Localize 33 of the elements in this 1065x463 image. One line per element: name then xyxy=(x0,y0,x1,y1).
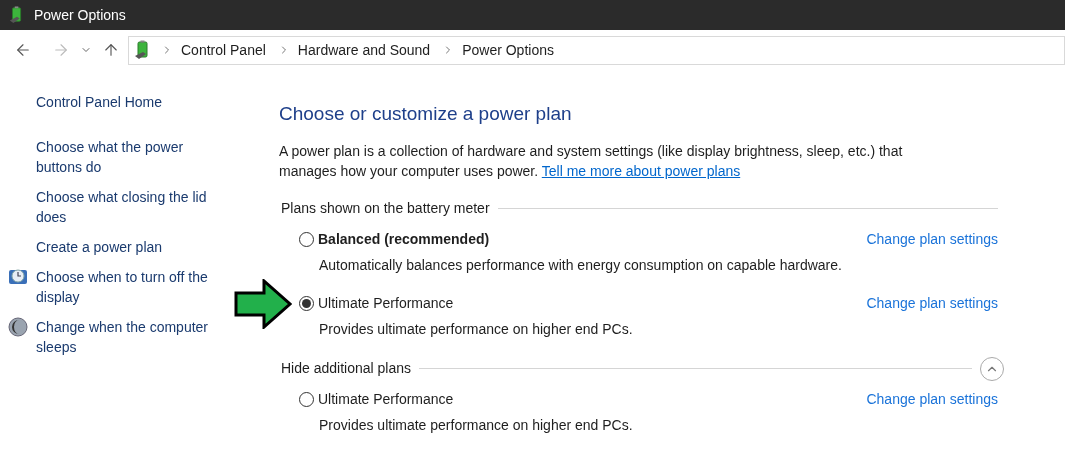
plan-description: Provides ultimate performance on higher end PCs. xyxy=(318,319,634,339)
change-plan-link[interactable]: Change plan settings xyxy=(866,229,998,250)
arrow-icon xyxy=(234,279,292,329)
radio-button[interactable] xyxy=(299,392,314,407)
sidebar-link[interactable]: Choose when to turn off the display xyxy=(36,267,226,307)
breadcrumb-item[interactable]: Control Panel xyxy=(181,39,266,61)
page-heading: Choose or customize a power plan xyxy=(279,102,573,126)
section-heading: Hide additional plans xyxy=(280,359,411,378)
change-plan-link[interactable]: Change plan settings xyxy=(866,389,998,410)
moon-icon xyxy=(8,317,28,337)
back-icon[interactable] xyxy=(14,41,32,59)
sidebar-link[interactable]: Control Panel Home xyxy=(36,92,226,112)
plan-description: Provides ultimate performance on higher end PCs. xyxy=(318,415,634,435)
breadcrumb-item[interactable]: Power Options xyxy=(462,39,554,61)
clock-icon xyxy=(8,267,28,287)
plan-description: Automatically balances performance with energy consumption on capable hardware. xyxy=(318,255,843,275)
section-heading: Plans shown on the battery meter xyxy=(280,199,490,218)
plan-name: Balanced (recommended) xyxy=(318,230,490,249)
intro-text: A power plan is a collection of hardware and system settings (like display brightness, sleep, etc.) that manages how your computer uses power. Tell me more about power plans xyxy=(279,141,904,181)
address-bar[interactable]: Control Panel Hardware and Sound Power Options xyxy=(128,35,1065,65)
sidebar-link[interactable]: Choose what closing the lid does xyxy=(36,187,226,227)
sidebar-link[interactable]: Choose what the power buttons do xyxy=(36,137,226,177)
sidebar-link[interactable]: Create a power plan xyxy=(36,237,226,257)
window-title: Power Options xyxy=(34,5,126,25)
radio-button[interactable] xyxy=(299,232,314,247)
plan-name: Ultimate Performance xyxy=(318,390,454,409)
breadcrumb-item[interactable]: Hardware and Sound xyxy=(297,39,431,61)
radio-button[interactable] xyxy=(299,296,314,311)
sidebar-link[interactable]: Change when the computer sleeps xyxy=(36,317,226,357)
learn-more-link[interactable]: Tell me more about power plans xyxy=(541,162,741,179)
up-icon[interactable] xyxy=(102,41,120,59)
change-plan-link[interactable]: Change plan settings xyxy=(866,293,998,314)
plan-name: Ultimate Performance xyxy=(318,294,454,313)
